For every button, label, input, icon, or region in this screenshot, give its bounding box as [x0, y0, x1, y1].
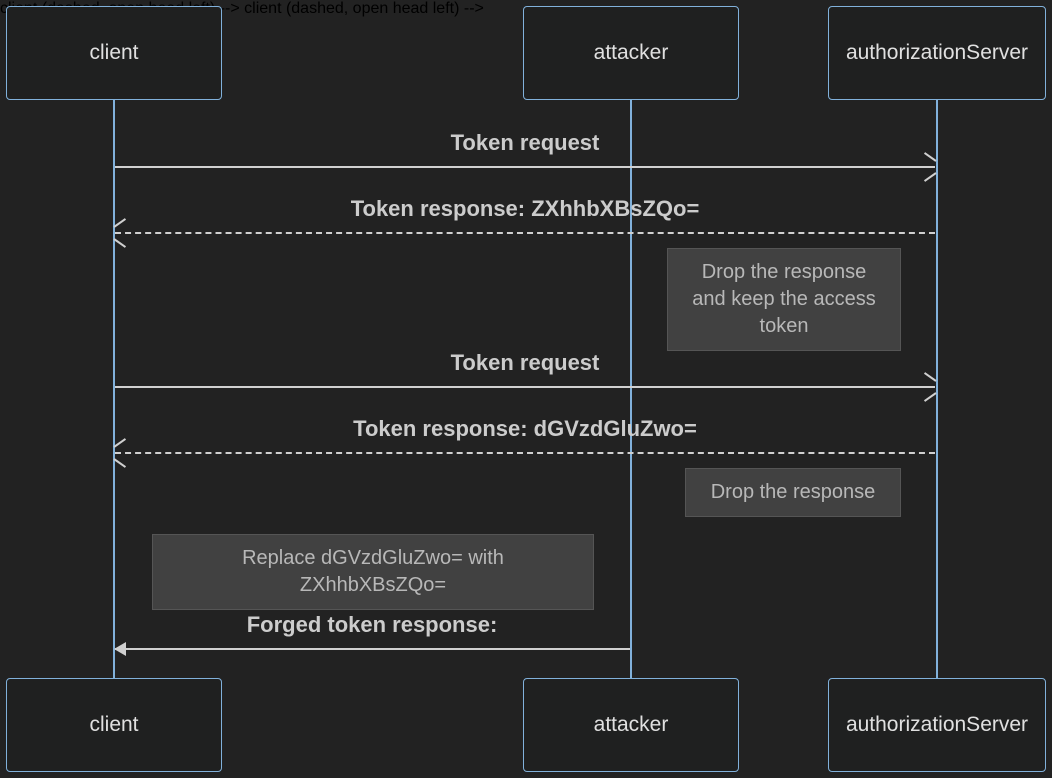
lifeline-client — [113, 100, 115, 678]
arrow-m1 — [115, 166, 935, 167]
actor-label: attacker — [594, 41, 669, 65]
arrow-m2 — [115, 232, 935, 233]
note-drop-response: Drop the response — [685, 468, 901, 517]
actor-label: authorizationServer — [846, 41, 1028, 65]
actor-attacker-bottom: attacker — [523, 678, 739, 772]
actor-label: client — [89, 713, 138, 737]
actor-label: authorizationServer — [846, 713, 1028, 737]
message-token-response-2: Token response: dGVzdGluZwo= — [114, 416, 936, 442]
actor-client-top: client — [6, 6, 222, 100]
arrowhead-icon — [115, 226, 127, 240]
note-drop-keep-token: Drop the response and keep the access to… — [667, 248, 901, 351]
arrow-m3 — [115, 386, 935, 387]
message-forged-response: Forged token response: — [114, 612, 630, 638]
note-replace-token: Replace dGVzdGluZwo= with ZXhhbXBsZQo= — [152, 534, 594, 610]
lifeline-authserver — [936, 100, 938, 678]
arrow-m4 — [115, 452, 935, 453]
note-text: Drop the response and keep the access to… — [692, 261, 875, 337]
arrow-m5 — [115, 648, 630, 649]
message-token-request-1: Token request — [114, 130, 936, 156]
actor-attacker-top: attacker — [523, 6, 739, 100]
lifeline-attacker — [630, 100, 632, 678]
actor-authserver-bottom: authorizationServer — [828, 678, 1046, 772]
arrowhead-icon — [115, 446, 127, 460]
note-text: Replace dGVzdGluZwo= with ZXhhbXBsZQo= — [242, 547, 504, 596]
note-text: Drop the response — [711, 481, 876, 503]
arrowhead-icon — [923, 380, 935, 394]
actor-label: client — [89, 41, 138, 65]
message-token-response-1: Token response: ZXhhbXBsZQo= — [114, 196, 936, 222]
actor-authserver-top: authorizationServer — [828, 6, 1046, 100]
message-token-request-2: Token request — [114, 350, 936, 376]
arrowhead-icon — [923, 160, 935, 174]
actor-client-bottom: client — [6, 678, 222, 772]
actor-label: attacker — [594, 713, 669, 737]
arrowhead-icon — [114, 642, 126, 656]
